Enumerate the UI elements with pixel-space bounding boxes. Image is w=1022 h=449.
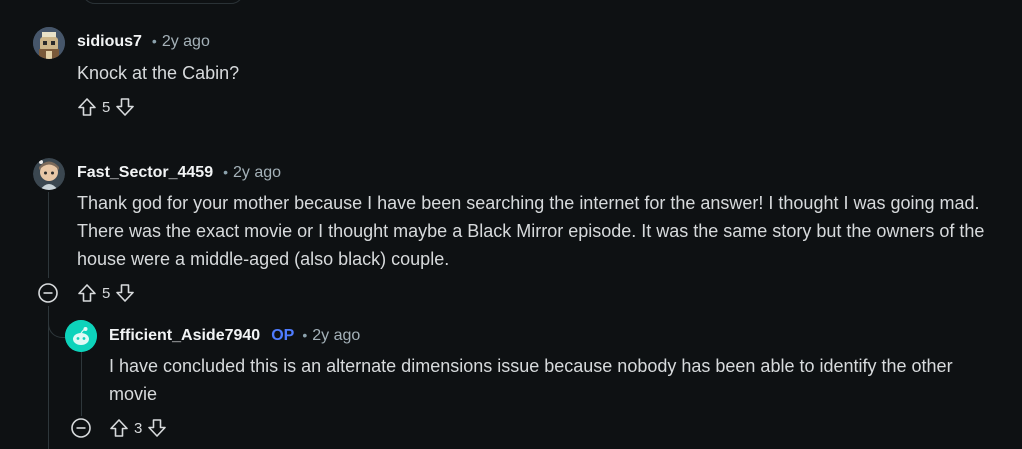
collapse-thread-icon[interactable] xyxy=(70,417,92,439)
downvote-icon[interactable] xyxy=(146,417,168,439)
upvote-icon[interactable] xyxy=(108,417,130,439)
separator-dot: • xyxy=(302,327,308,343)
comment-meta: Efficient_Aside7940 OP • 2y ago xyxy=(109,327,360,345)
vote-bar: 3 xyxy=(108,416,168,440)
op-badge: OP xyxy=(271,327,295,344)
reply-comment: Efficient_Aside7940 OP • 2y ago I have c… xyxy=(0,0,1022,449)
vote-count: 3 xyxy=(134,419,143,437)
snoo-avatar-icon[interactable] xyxy=(65,320,97,352)
comment-body: I have concluded this is an alternate di… xyxy=(109,356,953,404)
timestamp[interactable]: 2y ago xyxy=(312,327,360,345)
username[interactable]: Efficient_Aside7940 xyxy=(109,327,260,345)
